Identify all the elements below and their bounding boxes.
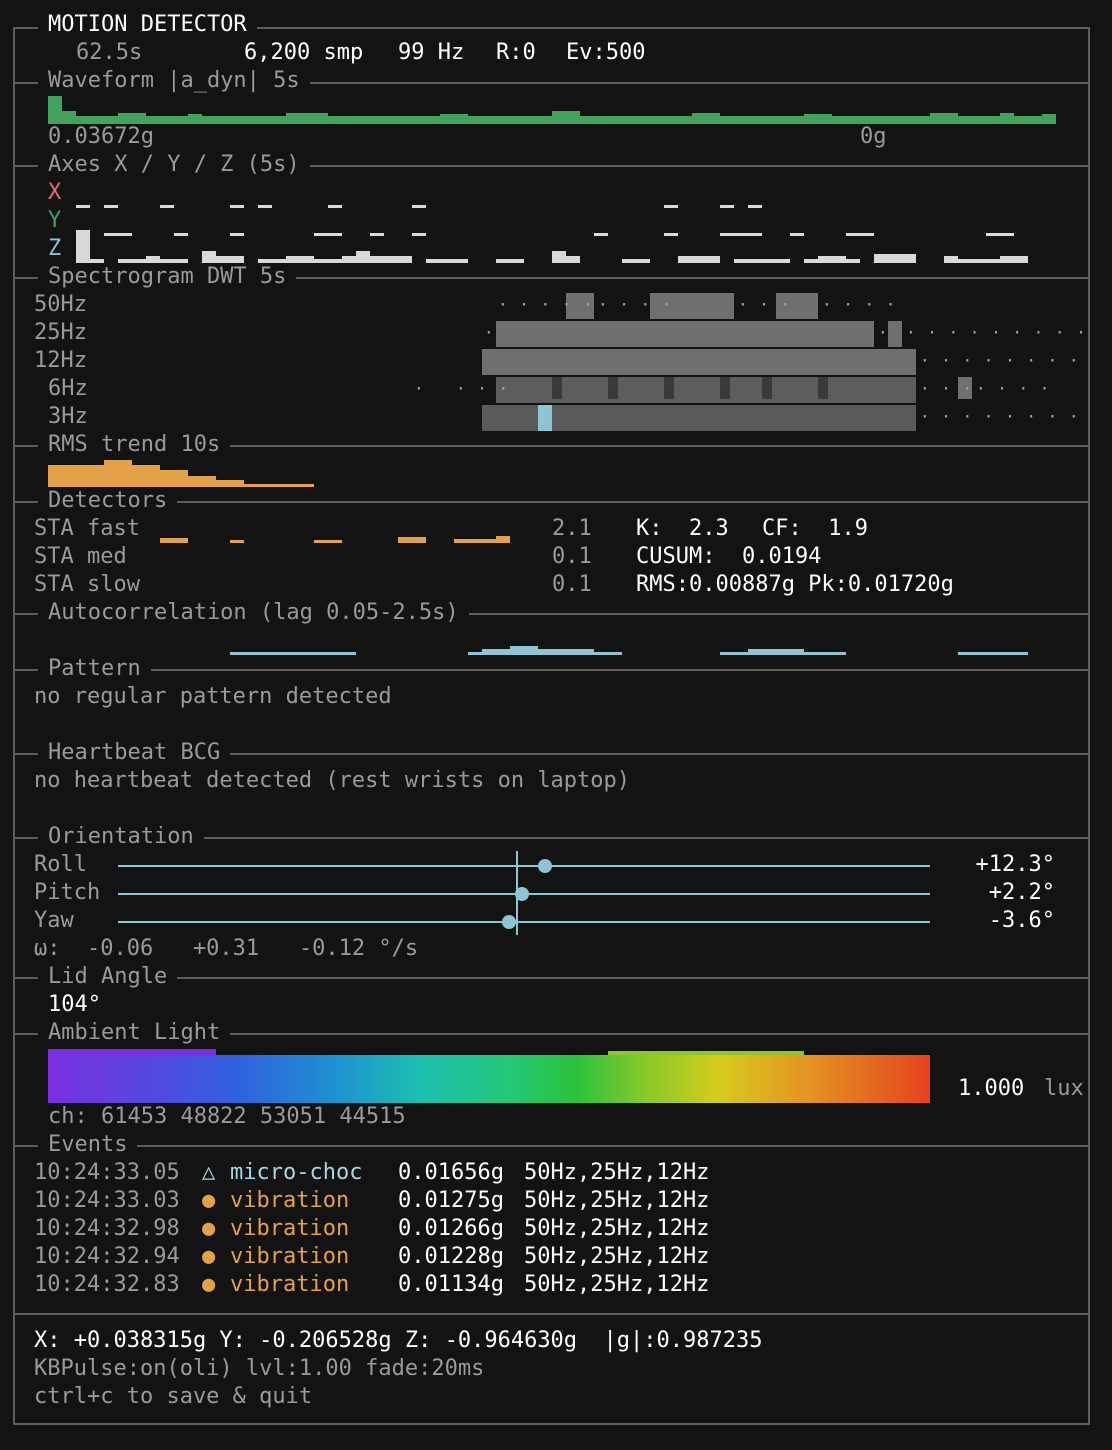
lid-angle-value: 104° [48,992,101,1017]
detector-value: 2.1 [552,516,592,541]
yaw-value: -3.6° [988,908,1055,933]
kbpulse-status: KBPulse:on(oli) lvl:1.00 fade:20ms [34,1356,485,1381]
detector-value: 0.1 [552,572,592,597]
axis-x-label: X [48,180,62,205]
roll-value: +12.3° [975,852,1055,877]
crest-factor-value: CF: 1.9 [762,516,868,541]
ambient-light-section-title: Ambient Light [38,1019,231,1047]
spectrogram-band-label: 25Hz [34,320,87,345]
event-type: vibration [230,1244,350,1269]
event-vibration-icon: ● [202,1188,216,1213]
app-title: MOTION DETECTOR [38,11,257,39]
event-bands: 50Hz,25Hz,12Hz [524,1160,710,1185]
spectrogram-band-label: 3Hz [48,404,88,429]
pitch-gauge-indicator [515,887,530,901]
r-counter: R:0 [496,40,536,65]
event-bands: 50Hz,25Hz,12Hz [524,1216,710,1241]
event-vibration-icon: ● [202,1272,216,1297]
event-time: 10:24:33.03 [34,1188,180,1213]
autocorrelation-section-title: Autocorrelation (lag 0.05-2.5s) [38,599,469,627]
yaw-gauge-indicator [501,915,516,929]
event-time: 10:24:32.83 [34,1272,180,1297]
event-amplitude: 0.01656g [398,1160,504,1185]
heartbeat-section-title: Heartbeat BCG [38,739,231,767]
detector-label: STA med [34,544,127,569]
orientation-label: Roll [34,852,87,877]
event-time: 10:24:33.05 [34,1160,180,1185]
event-amplitude: 0.01228g [398,1244,504,1269]
waveform-zero-label: 0g [860,124,887,149]
event-counter: Ev:500 [566,40,646,65]
detectors-section-title: Detectors [38,487,178,515]
spectrogram-band-label: 6Hz [48,376,88,401]
orientation-label: Yaw [34,908,74,933]
event-amplitude: 0.01275g [398,1188,504,1213]
rms-peak-value: RMS:0.00887g Pk:0.01720g [636,572,954,597]
elapsed-time: 62.5s [76,40,143,65]
detector-label: STA fast [34,516,140,541]
event-bands: 50Hz,25Hz,12Hz [524,1244,710,1269]
detector-value: 0.1 [552,544,592,569]
sample-count: 6,200 smp [244,40,364,65]
event-amplitude: 0.01266g [398,1216,504,1241]
lid-angle-section-title: Lid Angle [38,963,178,991]
angular-velocity: ω: -0.06 +0.31 -0.12 °/s [34,936,419,961]
event-bands: 50Hz,25Hz,12Hz [524,1188,710,1213]
gravity-readout: X: +0.038315g Y: -0.206528g Z: -0.964630… [34,1328,763,1353]
axis-z-label: Z [48,236,62,261]
spectrogram-band-label: 12Hz [34,348,87,373]
event-type: vibration [230,1272,350,1297]
pattern-status: no regular pattern detected [34,684,392,709]
event-time: 10:24:32.94 [34,1244,180,1269]
pitch-value: +2.2° [988,880,1055,905]
waveform-max-label: 0.03672g [48,124,154,149]
light-channels: ch: 61453 48822 53051 44515 [48,1104,406,1129]
axes-section-title: Axes X / Y / Z (5s) [38,151,310,179]
events-section-title: Events [38,1131,138,1159]
kurtosis-value: K: 2.3 [636,516,729,541]
spectrogram-section-title: Spectrogram DWT 5s [38,263,297,291]
event-vibration-icon: ● [202,1216,216,1241]
divider [13,669,1090,671]
orientation-section-title: Orientation [38,823,204,851]
roll-gauge-track [118,865,930,867]
quit-hint: ctrl+c to save & quit [34,1384,313,1409]
lux-value: 1.000 [958,1076,1025,1101]
sample-rate: 99 Hz [398,40,465,65]
event-type: vibration [230,1216,350,1241]
event-type: vibration [230,1188,350,1213]
event-time: 10:24:32.98 [34,1216,180,1241]
cusum-value: CUSUM: 0.0194 [636,544,822,569]
event-bands: 50Hz,25Hz,12Hz [524,1272,710,1297]
detector-label: STA slow [34,572,140,597]
heartbeat-status: no heartbeat detected (rest wrists on la… [34,768,631,793]
orientation-label: Pitch [34,880,101,905]
event-shock-icon: △ [202,1160,216,1185]
divider [13,1145,1090,1147]
event-type: micro-choc [230,1160,363,1185]
yaw-gauge-track [118,921,930,923]
waveform-section-title: Waveform |a_dyn| 5s [38,67,310,95]
divider [13,1313,1090,1315]
event-vibration-icon: ● [202,1244,216,1269]
spectrogram-band-label: 50Hz [34,292,87,317]
rms-trend-section-title: RMS trend 10s [38,431,231,459]
lux-unit: lux [1044,1076,1084,1101]
event-amplitude: 0.01134g [398,1272,504,1297]
axis-y-label: Y [48,208,62,233]
pattern-section-title: Pattern [38,655,151,683]
